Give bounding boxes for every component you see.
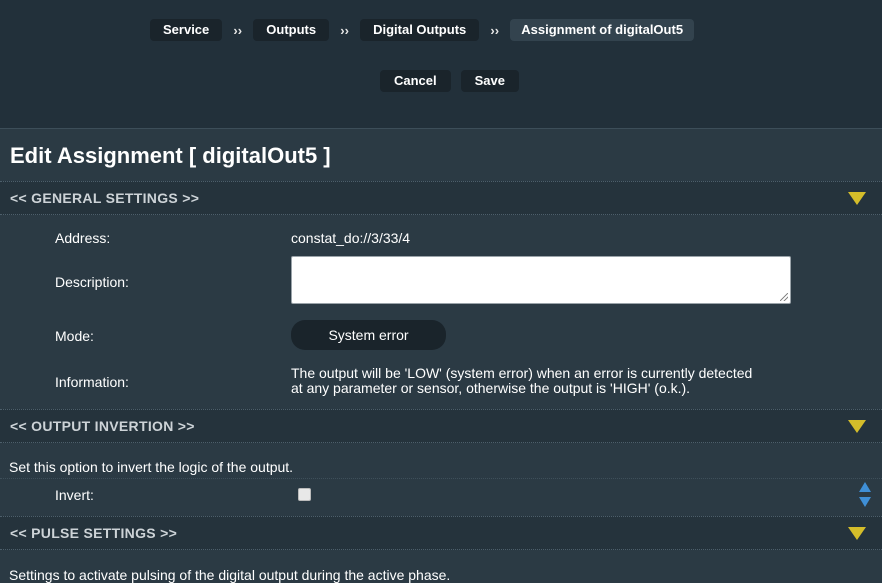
breadcrumb-separator-icon: ›› — [490, 22, 500, 38]
breadcrumb: Service ›› Outputs ›› Digital Outputs ››… — [150, 19, 695, 41]
mode-select-button[interactable]: System error — [291, 320, 446, 350]
breadcrumb-service[interactable]: Service — [150, 19, 223, 41]
invert-checkbox[interactable] — [298, 488, 311, 501]
save-button[interactable]: Save — [460, 70, 520, 92]
address-label: Address: — [55, 230, 111, 246]
triangle-down-icon[interactable] — [848, 527, 866, 540]
up-down-arrows-icon[interactable] — [858, 482, 872, 510]
arrow-down-icon[interactable] — [859, 497, 871, 507]
section-header-general-settings[interactable]: << GENERAL SETTINGS >> — [0, 181, 882, 215]
resize-grip-icon[interactable] — [780, 293, 788, 301]
invertion-note: Set this option to invert the logic of t… — [9, 459, 294, 475]
page-title: Edit Assignment [ digitalOut5 ] — [10, 143, 331, 168]
section-title: << GENERAL SETTINGS >> — [10, 190, 200, 206]
information-line-1: The output will be 'LOW' (system error) … — [291, 365, 753, 381]
pulse-note: Settings to activate pulsing of the digi… — [9, 567, 451, 583]
section-header-pulse-settings[interactable]: << PULSE SETTINGS >> — [0, 516, 882, 550]
description-label: Description: — [55, 274, 129, 290]
breadcrumb-digital-outputs[interactable]: Digital Outputs — [360, 19, 480, 41]
cancel-button[interactable]: Cancel — [380, 70, 451, 92]
breadcrumb-separator-icon: ›› — [233, 22, 243, 38]
breadcrumb-current-page: Assignment of digitalOut5 — [510, 19, 695, 41]
breadcrumb-outputs[interactable]: Outputs — [253, 19, 330, 41]
section-title: << PULSE SETTINGS >> — [10, 525, 178, 541]
section-title: << OUTPUT INVERTION >> — [10, 418, 195, 434]
address-value: constat_do://3/33/4 — [291, 230, 411, 246]
description-field[interactable] — [291, 256, 791, 304]
invert-label: Invert: — [55, 487, 94, 503]
information-line-2: at any parameter or sensor, otherwise th… — [291, 380, 691, 396]
information-text: The output will be 'LOW' (system error) … — [291, 366, 851, 396]
mode-label: Mode: — [55, 328, 94, 344]
triangle-down-icon[interactable] — [848, 420, 866, 433]
action-buttons: Cancel Save — [380, 70, 520, 92]
breadcrumb-separator-icon: ›› — [340, 22, 349, 38]
row-divider — [0, 478, 882, 479]
arrow-up-icon[interactable] — [859, 482, 871, 492]
top-bar: Service ›› Outputs ›› Digital Outputs ››… — [0, 0, 882, 129]
triangle-down-icon[interactable] — [848, 192, 866, 205]
section-header-output-invertion[interactable]: << OUTPUT INVERTION >> — [0, 409, 882, 443]
information-label: Information: — [55, 374, 129, 390]
